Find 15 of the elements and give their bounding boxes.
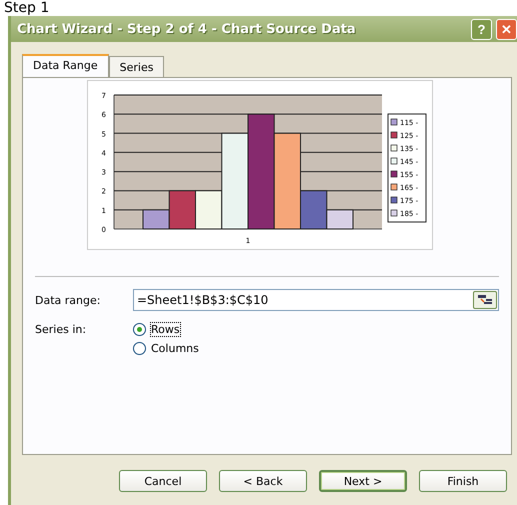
collapse-dialog-icon[interactable]	[473, 291, 497, 309]
tab[interactable]: Series	[108, 56, 164, 77]
page-heading: Step 1	[3, 0, 50, 16]
field-label: Data range:	[35, 294, 102, 306]
wizard-button[interactable]: Finish	[419, 470, 507, 492]
radio-option[interactable]: Columns	[133, 342, 199, 355]
data-range-field[interactable]: =Sheet1!$B$3:$C$10	[133, 289, 499, 311]
wizard-button[interactable]: Next >	[319, 470, 407, 492]
radio-option[interactable]: Rows	[133, 323, 199, 336]
close-button[interactable]: ✕	[496, 18, 517, 40]
window-title: Chart Wizard - Step 2 of 4 - Chart Source Data	[17, 22, 357, 36]
wizard-button[interactable]: < Back	[219, 470, 307, 492]
wizard-button[interactable]: Cancel	[119, 470, 207, 492]
field-label: Series in:	[35, 323, 88, 336]
tab[interactable]: Data Range	[22, 54, 109, 77]
